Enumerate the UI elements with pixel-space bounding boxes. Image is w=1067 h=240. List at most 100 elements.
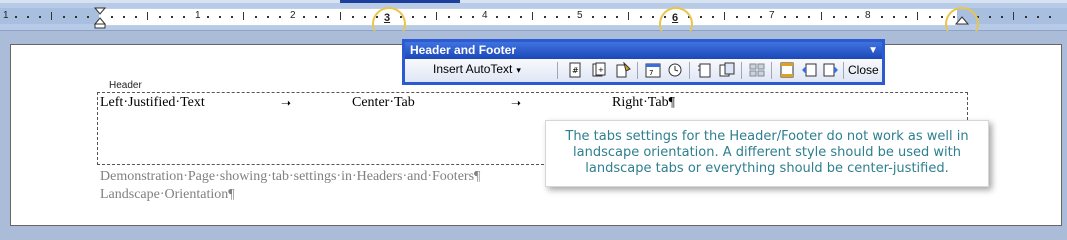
toolbar-button-row: Insert AutoText ▾ # + 7 Close [405,59,882,82]
ruler-dot [63,16,65,18]
toolbar-options-icon[interactable]: ▼ [868,42,878,59]
ruler-dot [219,16,221,18]
ruler-half-tick [821,12,822,20]
ruler-number: 7 [769,10,775,21]
ruler-number: 1 [3,10,9,21]
show-previous-icon[interactable] [801,62,817,78]
ruler-half-tick [147,12,148,20]
ruler-dot [700,16,702,18]
ruler-dot [75,16,77,18]
toolbar-separator [741,62,742,79]
header-center-text[interactable]: Center·Tab [352,95,415,111]
ruler-dot [568,16,570,18]
ruler-number: 5 [577,10,583,21]
ruler-dot [929,16,931,18]
callout-text: The tabs settings for the Header/Footer … [565,129,969,176]
ruler-dot [412,16,414,18]
ruler-dot [183,16,185,18]
toolbar-separator [637,62,638,79]
insert-autotext-button[interactable]: Insert AutoText ▾ [433,62,521,76]
ruler-half-tick [917,12,918,20]
ruler-dot [231,16,233,18]
svg-text:7: 7 [649,69,653,77]
ruler-half-tick [340,12,341,20]
ruler-dot [123,16,125,18]
header-right-text[interactable]: Right·Tab¶ [612,95,675,111]
ruler-dot [315,16,317,18]
toolbar-titlebar[interactable]: Header and Footer ▼ [405,42,882,59]
horizontal-ruler[interactable]: 1 1 2 4 5 7 8 3 6 [0,3,1067,41]
header-footer-toolbar: Header and Footer ▼ Insert AutoText ▾ # +… [402,39,885,85]
ruler-dot [712,16,714,18]
format-page-number-icon[interactable] [615,62,631,78]
ruler-dot [748,16,750,18]
indent-marker-icon[interactable] [94,7,106,29]
body-line[interactable]: Landscape·Orientation¶ [100,187,235,203]
ruler-dot [544,16,546,18]
toolbar-separator [557,62,558,79]
ruler-dot [857,16,859,18]
ruler-dot [255,16,257,18]
ruler-dot [279,16,281,18]
ruler-half-tick [724,12,725,20]
ruler-dot [508,16,510,18]
ruler-dot [941,16,943,18]
same-as-previous-icon[interactable] [749,62,765,78]
tab-arrow-icon: ➝ [281,96,292,110]
insert-page-number-icon[interactable]: # [567,62,583,78]
svg-text:+: + [598,66,604,74]
ruler-dot [556,16,558,18]
ruler-dot [364,16,366,18]
ruler-dot [135,16,137,18]
ruler-text-area [99,8,957,26]
insert-number-of-pages-icon[interactable]: + [591,62,607,78]
show-next-icon[interactable] [823,62,839,78]
ruler-dot [592,16,594,18]
ruler-dot [171,16,173,18]
body-line[interactable]: Demonstration·Page·showing·tab·settings·… [100,169,480,185]
callout-box: The tabs settings for the Header/Footer … [545,120,989,187]
ruler-dot [303,16,305,18]
ruler-dot [424,16,426,18]
toolbar-separator [771,62,772,79]
ruler-dot [472,16,474,18]
ruler-dot [760,16,762,18]
ruler-dot [616,16,618,18]
ruler-dot [207,16,209,18]
ruler-dot [267,16,269,18]
ruler-dot [352,16,354,18]
ruler-dot [652,16,654,18]
ruler-dot [808,16,810,18]
header-left-text[interactable]: Left·Justified·Text [100,95,205,111]
page-setup-icon[interactable] [697,62,713,78]
chevron-down-icon: ▾ [516,65,521,75]
ruler-dot [27,16,29,18]
ruler-half-tick [1013,12,1014,20]
show-hide-document-text-icon[interactable] [719,62,735,78]
ruler-half-tick [436,12,437,20]
ruler-dot [640,16,642,18]
ruler-half-tick [51,12,52,20]
ruler-number: 2 [290,10,296,21]
ruler-dot [905,16,907,18]
toolbar-separator [843,62,844,79]
insert-date-icon[interactable]: 7 [645,62,661,78]
ruler-dot [1025,16,1027,18]
ruler-dot [833,16,835,18]
tab-arrow-icon: ➝ [511,96,522,110]
ruler-dot [327,16,329,18]
ruler-dot [881,16,883,18]
switch-header-footer-icon[interactable] [779,62,795,78]
ruler-dot [520,16,522,18]
insert-time-icon[interactable] [667,62,683,78]
ruler-dot [989,16,991,18]
ruler-half-tick [243,12,244,20]
ruler-dot [893,16,895,18]
ruler-dot [604,16,606,18]
ruler-dot [15,16,17,18]
close-button[interactable]: Close [848,63,879,77]
ruler-dot [87,16,89,18]
ruler-dot [460,16,462,18]
ruler-dot [496,16,498,18]
ruler-dot [1037,16,1039,18]
